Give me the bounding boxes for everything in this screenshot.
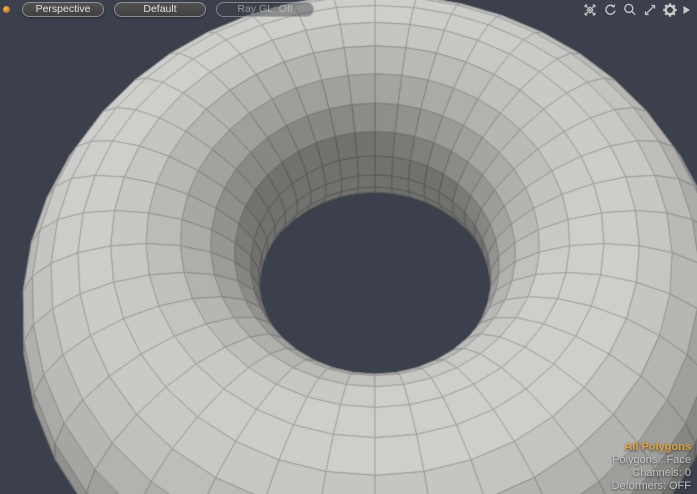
status-dot: [3, 6, 10, 13]
polygon-type-label: Polygons : Face: [612, 454, 691, 467]
viewport-canvas[interactable]: [0, 0, 697, 494]
channels-count-label: Channels: 0: [612, 467, 691, 480]
view-controls: [581, 1, 691, 18]
viewport-3d: Perspective Default Ray GL: Off: [0, 0, 697, 494]
move-view-icon[interactable]: [581, 1, 598, 18]
shading-style-button[interactable]: Default: [114, 2, 206, 17]
maximize-view-icon[interactable]: [641, 1, 658, 18]
rotate-view-icon[interactable]: [601, 1, 618, 18]
settings-gear-icon[interactable]: [661, 1, 678, 18]
deformers-state-label: Deformers: OFF: [612, 480, 691, 493]
viewport-toolbar: Perspective Default Ray GL: Off: [3, 2, 314, 17]
view-type-button[interactable]: Perspective: [22, 2, 104, 17]
selection-mode-label: All Polygons: [612, 441, 691, 454]
zoom-view-icon[interactable]: [621, 1, 638, 18]
raygl-toggle-button[interactable]: Ray GL: Off: [216, 2, 314, 17]
status-overlay: All Polygons Polygons : Face Channels: 0…: [612, 441, 691, 493]
expand-panel-icon[interactable]: [681, 1, 691, 18]
